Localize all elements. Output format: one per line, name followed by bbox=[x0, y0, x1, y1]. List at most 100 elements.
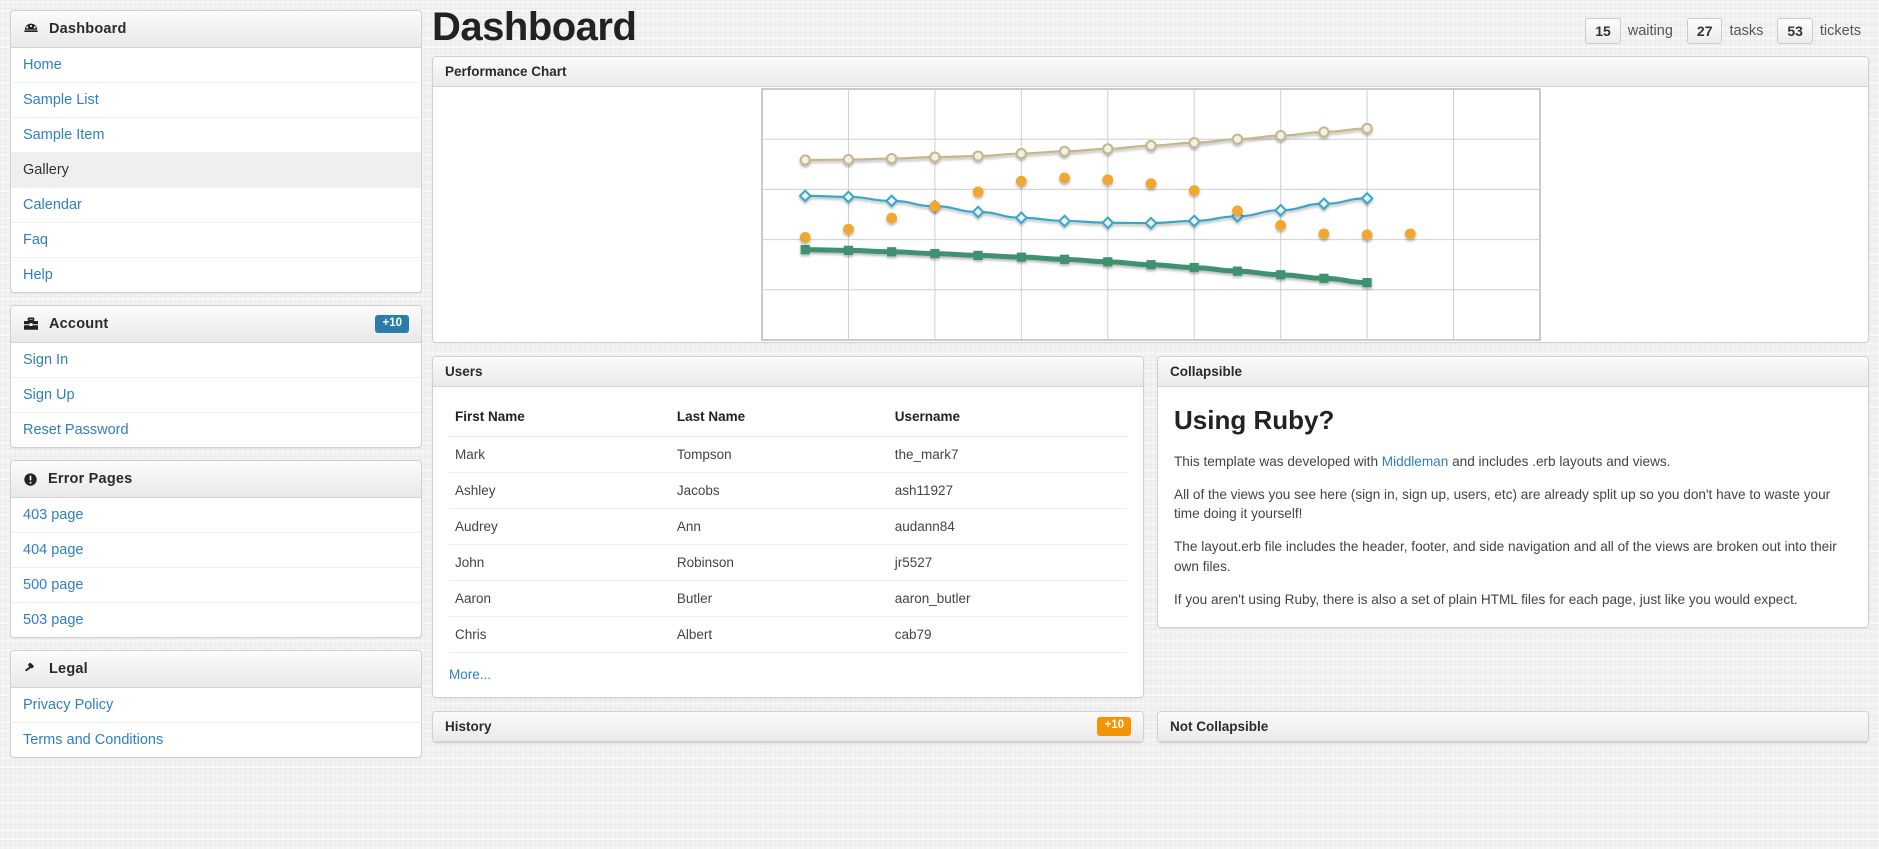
sidebar-link-500[interactable]: 500 page bbox=[11, 568, 421, 602]
cell-first-name: Aaron bbox=[449, 580, 671, 617]
sidebar-item-sample-list[interactable]: Sample List bbox=[11, 83, 421, 118]
sidebar-nav-error-pages: 403 page 404 page 500 page 503 page bbox=[11, 498, 421, 637]
sidebar-panel-error-pages-header[interactable]: Error Pages bbox=[11, 461, 421, 498]
users-col-first-name: First Name bbox=[449, 401, 671, 437]
users-table: First Name Last Name Username Mark Tomps… bbox=[449, 401, 1127, 653]
sidebar-panel-dashboard-title: Dashboard bbox=[49, 21, 127, 37]
cell-username: the_mark7 bbox=[888, 436, 1127, 473]
stat-waiting: 15 waiting bbox=[1585, 18, 1681, 44]
app-root: Dashboard Home Sample List Sample Item G… bbox=[0, 0, 1879, 849]
users-panel: Users First Name Last Name Username Mark… bbox=[432, 356, 1144, 698]
stat-tasks-label: tasks bbox=[1729, 23, 1764, 39]
ruby-p1-after: and includes .erb layouts and views. bbox=[1448, 454, 1671, 469]
sidebar-item-faq[interactable]: Faq bbox=[11, 223, 421, 258]
not-collapsible-panel-title: Not Collapsible bbox=[1170, 719, 1269, 734]
cell-first-name: Chris bbox=[449, 616, 671, 653]
collapsible-panel: Collapsible Using Ruby? This template wa… bbox=[1157, 356, 1869, 629]
stat-tickets-value: 53 bbox=[1777, 18, 1813, 44]
users-panel-title: Users bbox=[445, 364, 483, 379]
cell-username: audann84 bbox=[888, 508, 1127, 545]
users-panel-header[interactable]: Users bbox=[433, 357, 1143, 387]
sidebar-link-calendar[interactable]: Calendar bbox=[11, 188, 421, 222]
performance-chart-svg bbox=[760, 88, 1541, 341]
sidebar-link-reset-password[interactable]: Reset Password bbox=[11, 413, 421, 447]
sidebar-panel-account: Account +10 Sign In Sign Up Reset Passwo… bbox=[10, 305, 422, 448]
column-right: Collapsible Using Ruby? This template wa… bbox=[1157, 356, 1869, 711]
table-row[interactable]: Aaron Butler aaron_butler bbox=[449, 580, 1127, 617]
sidebar-panel-dashboard: Dashboard Home Sample List Sample Item G… bbox=[10, 10, 422, 293]
table-row[interactable]: Audrey Ann audann84 bbox=[449, 508, 1127, 545]
sidebar-panel-account-header[interactable]: Account +10 bbox=[11, 306, 421, 343]
stat-waiting-value: 15 bbox=[1585, 18, 1621, 44]
stat-tasks-value: 27 bbox=[1686, 18, 1723, 44]
sidebar-link-home[interactable]: Home bbox=[11, 48, 421, 82]
sidebar-item-privacy-policy[interactable]: Privacy Policy bbox=[11, 688, 421, 723]
table-row[interactable]: Ashley Jacobs ash11927 bbox=[449, 472, 1127, 509]
history-panel-header[interactable]: History +10 bbox=[433, 712, 1143, 742]
collapsible-panel-body: Using Ruby? This template was developed … bbox=[1158, 387, 1868, 627]
sidebar-link-503[interactable]: 503 page bbox=[11, 603, 421, 637]
sidebar-item-home[interactable]: Home bbox=[11, 48, 421, 83]
ruby-paragraph-1: This template was developed with Middlem… bbox=[1174, 452, 1852, 472]
sidebar-panel-legal-header[interactable]: Legal bbox=[11, 651, 421, 688]
cell-username: ash11927 bbox=[888, 472, 1127, 509]
performance-chart-body bbox=[433, 87, 1868, 342]
column-left: Users First Name Last Name Username Mark… bbox=[432, 356, 1144, 711]
sidebar-link-sample-item[interactable]: Sample Item bbox=[11, 118, 421, 152]
sidebar-nav-legal: Privacy Policy Terms and Conditions bbox=[11, 688, 421, 757]
sidebar-item-sign-up[interactable]: Sign Up bbox=[11, 378, 421, 413]
stat-tickets-label: tickets bbox=[1819, 23, 1861, 39]
page-title: Dashboard bbox=[432, 5, 637, 49]
middleman-link[interactable]: Middleman bbox=[1382, 454, 1449, 469]
sidebar-link-gallery[interactable]: Gallery bbox=[11, 153, 421, 187]
sidebar-link-403[interactable]: 403 page bbox=[11, 498, 421, 532]
sidebar-item-reset-password[interactable]: Reset Password bbox=[11, 413, 421, 447]
sidebar-nav-dashboard: Home Sample List Sample Item Gallery Cal… bbox=[11, 48, 421, 292]
cell-username: jr5527 bbox=[888, 544, 1127, 581]
sidebar-panel-legal-title: Legal bbox=[49, 661, 88, 677]
collapsible-panel-header[interactable]: Collapsible bbox=[1158, 357, 1868, 387]
exclamation-circle-icon bbox=[23, 472, 38, 487]
sidebar-link-sign-up[interactable]: Sign Up bbox=[11, 378, 421, 412]
ruby-paragraph-4: If you aren't using Ruby, there is also … bbox=[1174, 591, 1798, 607]
sidebar-link-sign-in[interactable]: Sign In bbox=[11, 343, 421, 377]
sidebar-item-503[interactable]: 503 page bbox=[11, 603, 421, 637]
sidebar-item-sample-item[interactable]: Sample Item bbox=[11, 118, 421, 153]
sidebar-item-terms[interactable]: Terms and Conditions bbox=[11, 723, 421, 757]
performance-chart-header[interactable]: Performance Chart bbox=[433, 57, 1868, 87]
sidebar-panel-error-pages-title: Error Pages bbox=[48, 471, 133, 487]
content-columns: Users First Name Last Name Username Mark… bbox=[432, 356, 1869, 711]
header-stats: 15 waiting 27 tasks 53 tickets bbox=[1579, 4, 1869, 44]
sidebar-link-terms[interactable]: Terms and Conditions bbox=[11, 723, 421, 757]
page-header: Dashboard 15 waiting 27 tasks 53 tickets bbox=[432, 0, 1869, 56]
sidebar-item-calendar[interactable]: Calendar bbox=[11, 188, 421, 223]
collapsible-panel-title: Collapsible bbox=[1170, 364, 1243, 379]
sidebar-link-privacy-policy[interactable]: Privacy Policy bbox=[11, 688, 421, 722]
briefcase-icon bbox=[23, 316, 39, 332]
cell-username: aaron_butler bbox=[888, 580, 1127, 617]
table-row[interactable]: Mark Tompson the_mark7 bbox=[449, 436, 1127, 473]
sidebar-link-sample-list[interactable]: Sample List bbox=[11, 83, 421, 117]
cell-last-name: Jacobs bbox=[670, 472, 889, 509]
table-row[interactable]: John Robinson jr5527 bbox=[449, 544, 1127, 581]
sidebar-item-404[interactable]: 404 page bbox=[11, 533, 421, 568]
sidebar-link-help[interactable]: Help bbox=[11, 258, 421, 292]
users-table-body: Mark Tompson the_mark7 Ashley Jacobs ash… bbox=[449, 436, 1127, 653]
not-collapsible-column: Not Collapsible bbox=[1157, 711, 1869, 756]
sidebar-panel-dashboard-header[interactable]: Dashboard bbox=[11, 11, 421, 48]
sidebar-link-404[interactable]: 404 page bbox=[11, 533, 421, 567]
main-content: Dashboard 15 waiting 27 tasks 53 tickets bbox=[432, 0, 1879, 756]
cell-first-name: Mark bbox=[449, 436, 671, 473]
ruby-heading: Using Ruby? bbox=[1174, 405, 1335, 435]
sidebar-item-help[interactable]: Help bbox=[11, 258, 421, 292]
sidebar-item-403[interactable]: 403 page bbox=[11, 498, 421, 533]
users-table-head: First Name Last Name Username bbox=[449, 401, 1127, 437]
users-more-link[interactable]: More... bbox=[449, 667, 491, 682]
sidebar-item-500[interactable]: 500 page bbox=[11, 568, 421, 603]
sidebar-item-gallery[interactable]: Gallery bbox=[11, 153, 421, 188]
sidebar-link-faq[interactable]: Faq bbox=[11, 223, 421, 257]
table-row[interactable]: Chris Albert cab79 bbox=[449, 616, 1127, 653]
ruby-paragraph-2: All of the views you see here (sign in, … bbox=[1174, 486, 1831, 522]
sidebar-panel-error-pages: Error Pages 403 page 404 page 500 page 5… bbox=[10, 460, 422, 638]
sidebar-item-sign-in[interactable]: Sign In bbox=[11, 343, 421, 378]
